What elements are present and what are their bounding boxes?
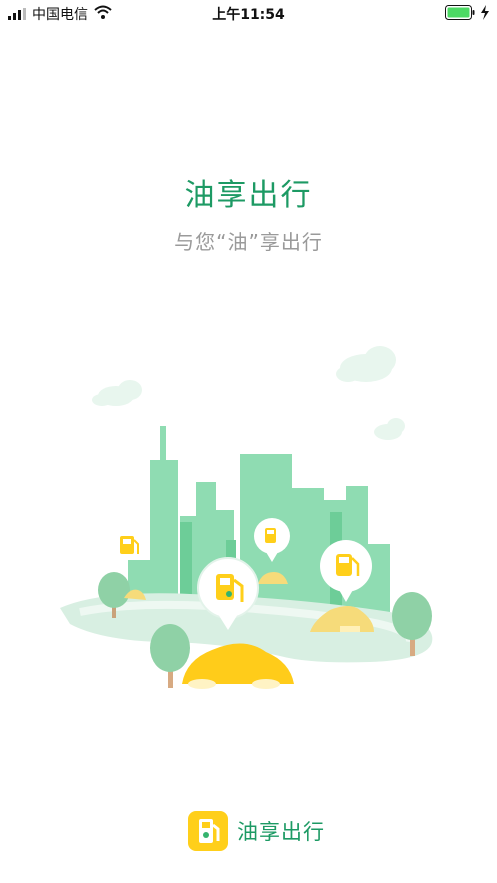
cloud-right-top [336, 346, 396, 382]
app-title: 油享出行 [184, 178, 313, 213]
cloud-left [92, 380, 142, 406]
battery-icon [445, 5, 475, 20]
app-slogan: 与您“油”享出行 [174, 230, 323, 254]
charging-icon [481, 5, 489, 20]
status-time: 上午11:54 [212, 7, 285, 23]
status-bar: 中国电信 上午11:54 [0, 0, 497, 26]
cloud-right-small [374, 418, 405, 440]
fuel-pump-icon [188, 811, 228, 851]
city-illustration [60, 346, 433, 689]
footer-brand: 油享出行 [188, 809, 325, 853]
footer-brand-name: 油享出行 [237, 820, 325, 844]
fuel-pin-left [120, 536, 139, 554]
